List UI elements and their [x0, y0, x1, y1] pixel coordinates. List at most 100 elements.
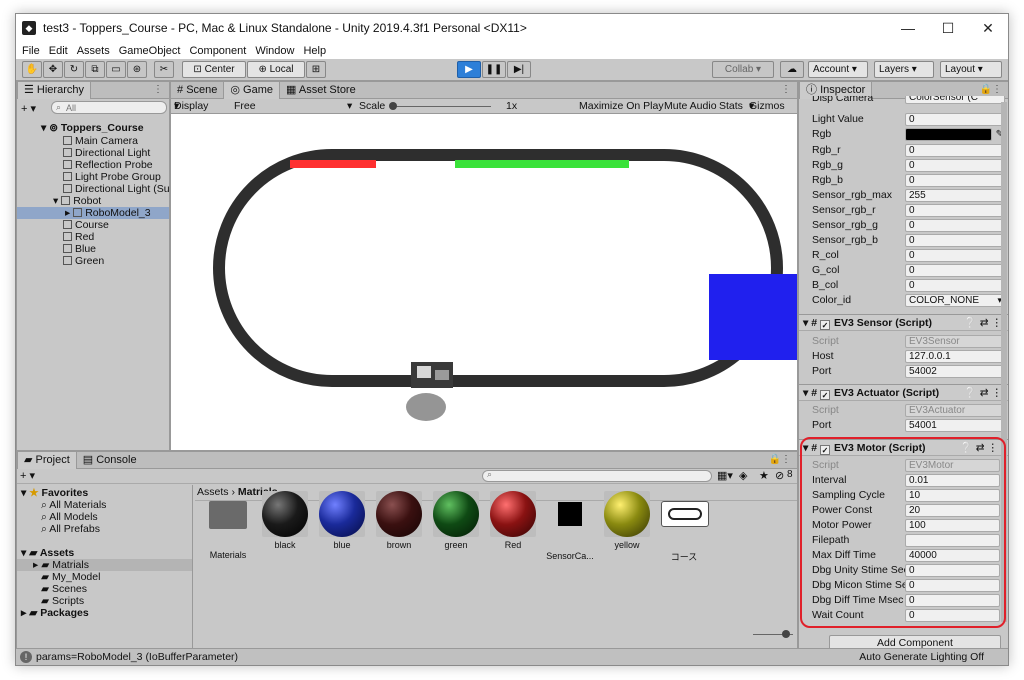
favorite-star-icon[interactable]: ★ [759, 469, 769, 482]
asset-tile[interactable]: brown [373, 491, 425, 550]
hierarchy-item[interactable]: Green [63, 255, 104, 267]
menu-help[interactable]: Help [303, 45, 326, 57]
favorite-item[interactable]: ⌕ All Models [41, 511, 98, 523]
tab-scene[interactable]: # Scene [171, 82, 223, 99]
script-field[interactable]: EV3Actuator [905, 404, 1005, 417]
menu-gameobject[interactable]: GameObject [119, 45, 181, 57]
status-message[interactable]: params=RoboModel_3 (IoBufferParameter) [36, 649, 238, 665]
hand-tool-icon[interactable]: ✋ [22, 61, 42, 78]
lighting-status[interactable]: Auto Generate Lighting Off [859, 649, 984, 665]
folder-item-selected[interactable]: ▸ ▰ Matrials [17, 559, 192, 571]
asset-tile[interactable]: SensorCa... [544, 491, 596, 561]
rect-tool-icon[interactable]: ▭ [106, 61, 126, 78]
filter-label-icon[interactable]: ◈ [739, 469, 747, 482]
layers-dropdown[interactable]: Layers ▾ [874, 61, 934, 78]
maximize-on-play-toggle[interactable]: Maximize On Play [579, 99, 664, 114]
asset-tile[interactable]: black [259, 491, 311, 550]
component-menu-icon[interactable]: ❔ ⇄ ⋮ [964, 385, 1002, 401]
game-menu-icon[interactable]: ⋮ [781, 84, 791, 95]
dbg-unity-stime-field[interactable]: 0 [905, 564, 1000, 577]
favorites-header[interactable]: ▾ ★ Favorites [21, 487, 88, 499]
favorite-item[interactable]: ⌕ All Prefabs [41, 523, 100, 535]
menu-file[interactable]: File [22, 45, 40, 57]
tab-console[interactable]: ▤ Console [77, 452, 143, 469]
hierarchy-menu-icon[interactable]: ⋮ [153, 84, 163, 95]
tab-project[interactable]: ▰ Project [17, 451, 77, 469]
tab-asset-store[interactable]: ▦ Asset Store [280, 82, 362, 99]
project-add-button[interactable]: + ▾ [20, 469, 35, 482]
wait-count-field[interactable]: 0 [905, 609, 1000, 622]
pivot-local-button[interactable]: ⊕ Local [247, 61, 305, 78]
asset-tile[interactable]: yellow [601, 491, 653, 550]
hierarchy-item[interactable]: Directional Light (Sub) [63, 183, 179, 195]
rgb-color-swatch[interactable] [905, 128, 992, 141]
folder-item[interactable]: ▰ Scripts [41, 595, 84, 607]
dbg-micon-stime-field[interactable]: 0 [905, 579, 1000, 592]
display-dropdown[interactable]: Display 1 ▾ [174, 99, 208, 127]
component-header-ev3-actuator[interactable]: ▾ # ✓ EV3 Actuator (Script) ❔ ⇄ ⋮ [799, 384, 1008, 401]
hierarchy-item[interactable]: Directional Light [63, 147, 150, 159]
play-button[interactable]: ▶ [457, 61, 481, 78]
folder-item[interactable]: ▰ Scenes [41, 583, 87, 595]
icon-size-slider-handle[interactable] [782, 630, 790, 638]
script-field[interactable]: EV3Sensor [905, 335, 1005, 348]
tab-hierarchy[interactable]: ☰ Hierarchy [17, 81, 91, 99]
layout-dropdown[interactable]: Layout ▾ [940, 61, 1002, 78]
field-value[interactable]: 0 [905, 144, 1005, 157]
menu-component[interactable]: Component [189, 45, 246, 57]
dbg-diff-time-field[interactable]: 0 [905, 594, 1000, 607]
move-tool-icon[interactable]: ✥ [43, 61, 63, 78]
field-value[interactable]: 0 [905, 159, 1005, 172]
cloud-icon[interactable]: ☁ [780, 61, 804, 78]
hierarchy-item[interactable]: Red [63, 231, 94, 243]
maximize-button[interactable]: ☐ [928, 14, 968, 42]
menu-window[interactable]: Window [255, 45, 294, 57]
power-const-field[interactable]: 20 [905, 504, 1000, 517]
asset-tile[interactable]: Red [487, 491, 539, 550]
pause-button[interactable]: ❚❚ [482, 61, 506, 78]
field-value[interactable]: 0 [905, 249, 1005, 262]
tab-game[interactable]: ◎ Game [223, 81, 281, 99]
inspector-scrollbar[interactable] [1001, 102, 1007, 622]
component-menu-icon[interactable]: ❔ ⇄ ⋮ [964, 315, 1002, 331]
minimize-button[interactable]: — [888, 14, 928, 42]
field-value[interactable]: 255 [905, 189, 1005, 202]
assets-header[interactable]: ▾ ▰ Assets [21, 547, 74, 559]
asset-tile[interactable]: Materials [202, 491, 254, 560]
asset-tile[interactable]: コース [658, 491, 710, 563]
port-field[interactable]: 54002 [905, 365, 1005, 378]
hierarchy-item[interactable]: Light Probe Group [63, 171, 161, 183]
gizmos-dropdown[interactable]: Gizmos ▾ [749, 99, 785, 114]
filepath-field[interactable] [905, 534, 1000, 547]
project-menu-icon[interactable]: 🔒⋮ [769, 454, 791, 465]
hierarchy-item[interactable]: Course [63, 219, 109, 231]
host-field[interactable]: 127.0.0.1 [905, 350, 1005, 363]
collab-button[interactable]: Collab ▾ [712, 61, 774, 78]
field-value[interactable]: 0 [905, 279, 1005, 292]
component-menu-icon[interactable]: ❔ ⇄ ⋮ [960, 440, 998, 456]
component-header-ev3-motor[interactable]: ▾ # ✓ EV3 Motor (Script) ❔ ⇄ ⋮ [799, 439, 1008, 456]
snap-icon[interactable]: ⊞ [306, 61, 326, 78]
port-field[interactable]: 54001 [905, 419, 1005, 432]
scale-tool-icon[interactable]: ⧉ [85, 61, 105, 78]
scene-root[interactable]: ▾ ⊚ Toppers_Course [41, 122, 144, 134]
step-button[interactable]: ▶| [507, 61, 531, 78]
game-viewport[interactable] [171, 114, 797, 450]
sampling-cycle-field[interactable]: 10 [905, 489, 1000, 502]
hierarchy-item[interactable]: Blue [63, 243, 96, 255]
stats-toggle[interactable]: Stats [719, 99, 743, 114]
field-value[interactable]: 0 [905, 219, 1005, 232]
hierarchy-add-button[interactable]: + ▾ [21, 102, 36, 115]
component-header-ev3-sensor[interactable]: ▾ # ✓ EV3 Sensor (Script) ❔ ⇄ ⋮ [799, 314, 1008, 331]
hierarchy-item[interactable]: Reflection Probe [63, 159, 153, 171]
filter-type-icon[interactable]: ▦▾ [717, 469, 733, 482]
enabled-checkbox[interactable]: ✓ [819, 390, 830, 400]
asset-tile[interactable]: green [430, 491, 482, 550]
field-value[interactable]: 0 [905, 204, 1005, 217]
folder-item[interactable]: ▰ My_Model [41, 571, 100, 583]
hierarchy-item[interactable]: Main Camera [63, 135, 138, 147]
hidden-packages-icon[interactable]: ⊘ [775, 469, 784, 482]
account-dropdown[interactable]: Account ▾ [808, 61, 868, 78]
field-value[interactable]: 0 [905, 174, 1005, 187]
aspect-dropdown-arrow-icon[interactable]: ▾ [347, 99, 352, 114]
